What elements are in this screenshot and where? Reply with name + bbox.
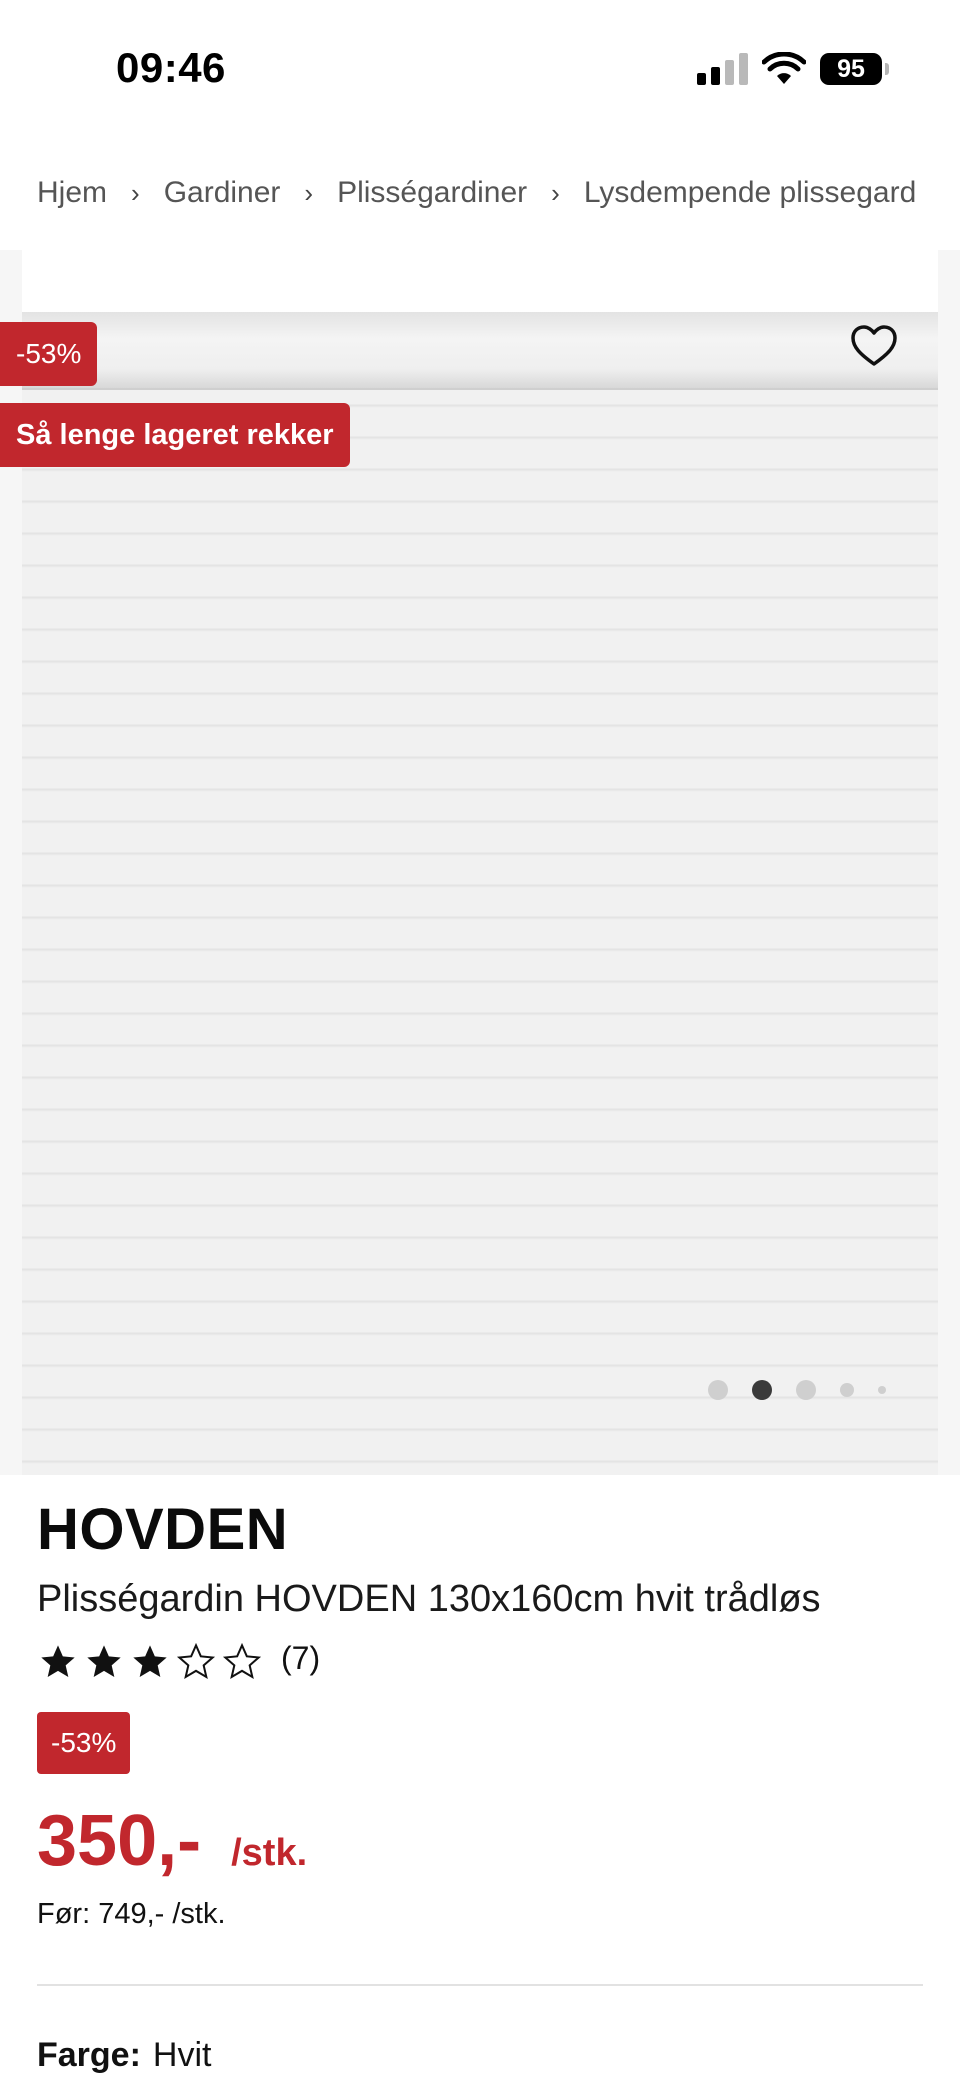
color-value: Hvit (152, 2036, 212, 2074)
blind-headrail (22, 312, 938, 390)
breadcrumb-item-lysdempende[interactable]: Lysdempende plissegard (584, 176, 916, 210)
chevron-right-icon: › (131, 177, 140, 208)
carousel-dot[interactable] (708, 1380, 728, 1400)
breadcrumb: Hjem › Gardiner › Plisségardiner › Lysde… (37, 176, 960, 210)
product-rating[interactable]: (7) (37, 1640, 320, 1682)
rating-count[interactable]: (7) (281, 1640, 320, 1677)
pleated-blind-image (22, 312, 938, 1475)
divider (37, 1984, 923, 1986)
battery-icon: 95 (820, 53, 889, 85)
heart-icon[interactable] (850, 324, 898, 368)
discount-badge: -53% (0, 322, 98, 386)
carousel-dots (708, 1380, 886, 1400)
chevron-right-icon: › (551, 177, 560, 208)
wifi-icon (762, 52, 806, 84)
breadcrumb-item-gardiner[interactable]: Gardiner (164, 176, 281, 210)
chevron-right-icon: › (304, 177, 314, 208)
star-filled-icon (41, 1645, 75, 1677)
before-price: Før: 749,- /stk. (37, 1898, 226, 1930)
color-row: Farge: Hvit (37, 2036, 211, 2075)
stock-badge: Så lenge lageret rekker (0, 403, 350, 467)
breadcrumb-item-home[interactable]: Hjem (37, 176, 107, 210)
status-bar: 09:46 95 (0, 0, 960, 125)
battery-level: 95 (837, 54, 865, 83)
status-indicators: 95 (697, 52, 889, 86)
cellular-signal-icon (697, 53, 748, 85)
star-filled-icon (133, 1645, 167, 1677)
carousel-dot-active[interactable] (752, 1380, 772, 1400)
star-empty-icon (176, 1642, 216, 1680)
star-empty-icon (222, 1642, 262, 1680)
product-name: Plisségardin HOVDEN 130x160cm hvit trådl… (37, 1578, 821, 1620)
star-filled-icon (87, 1645, 121, 1677)
price-discount-badge: -53% (37, 1712, 131, 1774)
color-label: Farge: (37, 2036, 141, 2074)
carousel-dot[interactable] (840, 1383, 854, 1397)
product-price: 350,- (37, 1801, 202, 1881)
breadcrumb-item-plissegardiner[interactable]: Plisségardiner (337, 176, 527, 210)
price-row: 350,- /stk. (37, 1800, 307, 1882)
carousel-dot[interactable] (796, 1380, 816, 1400)
price-unit: /stk. (231, 1832, 308, 1874)
carousel-dot[interactable] (878, 1386, 886, 1394)
status-time: 09:46 (116, 44, 226, 91)
product-brand: HOVDEN (37, 1497, 289, 1562)
